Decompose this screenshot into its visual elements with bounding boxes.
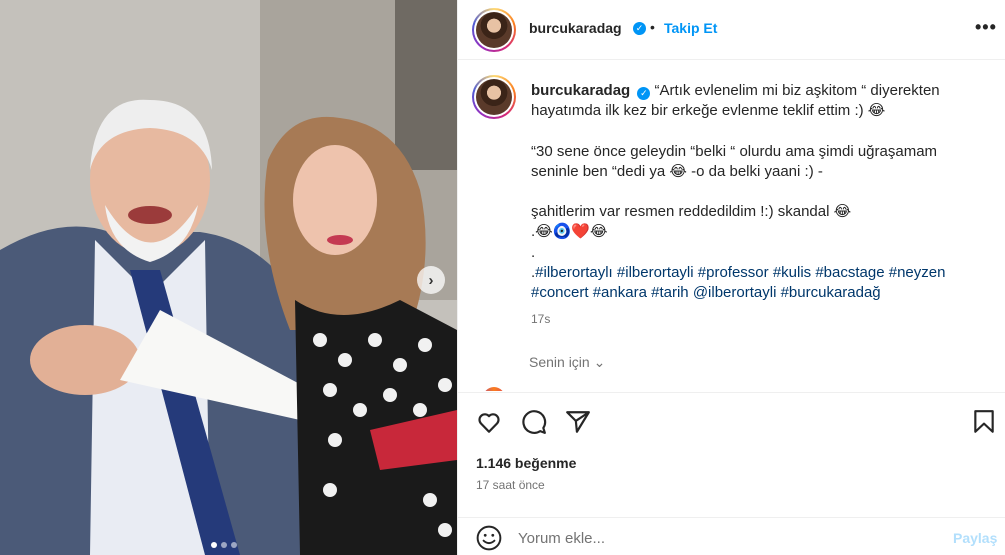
like-count[interactable]: 1.146 beğenme <box>476 455 576 471</box>
post-comment-button[interactable]: Paylaş <box>953 530 997 546</box>
caption-line: .😂🧿❤️😂 <box>531 223 608 241</box>
hashtag-link[interactable]: #ilberortayli <box>617 264 694 281</box>
chevron-down-icon: ⌄ <box>593 354 606 370</box>
caption-line: hayatımda ilk kez bir erkeğe evlenme tek… <box>531 102 886 120</box>
caption-username[interactable]: burcukaradag <box>531 82 630 99</box>
caption-line: şahitlerim var resmen reddedildim !:) sk… <box>531 203 852 221</box>
verified-badge-icon: ✓ <box>637 86 651 100</box>
mention-link[interactable]: @ilberortayli <box>693 284 777 301</box>
carousel-dot <box>211 542 217 548</box>
hashtag-link[interactable]: #ilberortaylı <box>535 264 613 281</box>
hashtag-link[interactable]: #neyzen <box>889 264 946 281</box>
comment-avatar[interactable] <box>483 387 505 391</box>
carousel-dot <box>231 542 237 548</box>
hashtag-link[interactable]: #tarih <box>651 284 689 301</box>
caption-text: burcukaradag ✓ “Artık evlenelim mi biz a… <box>531 81 991 304</box>
hashtag-link[interactable]: #kulis <box>773 264 811 281</box>
hashtag-list: .#ilberortaylı #ilberortayli #professor … <box>531 264 946 302</box>
post-timestamp[interactable]: 17 saat önce <box>476 478 545 492</box>
hashtag-link[interactable]: #burcukaradağ <box>781 284 881 301</box>
paper-plane-icon[interactable] <box>565 409 591 435</box>
author-username[interactable]: burcukaradag <box>529 20 622 36</box>
hashtag-link[interactable]: #bacstage <box>815 264 884 281</box>
post-details-panel: burcukaradag ✓ • Takip Et ••• burcukarad… <box>457 0 1005 555</box>
hashtag-link[interactable]: #professor <box>698 264 769 281</box>
caption-line: “30 sene önce geleydin “belki “ olurdu a… <box>531 142 938 160</box>
caption-timestamp[interactable]: 17s <box>531 312 550 326</box>
bookmark-icon[interactable] <box>971 409 997 435</box>
action-bar <box>458 392 1005 450</box>
caption-line: “Artık evlenelim mi biz aşkitom “ diyere… <box>654 82 940 99</box>
follow-button[interactable]: Takip Et <box>664 20 717 36</box>
caption-section: burcukaradag ✓ “Artık evlenelim mi biz a… <box>458 61 1005 391</box>
carousel-dot <box>221 542 227 548</box>
post-header: burcukaradag ✓ • Takip Et ••• <box>458 0 1005 60</box>
separator-dot: • <box>650 19 655 35</box>
carousel-indicator <box>211 542 237 548</box>
caption-line: seninle ben “dedi ya 😂 -o da belki yaani… <box>531 162 823 180</box>
comment-icon[interactable] <box>521 409 547 435</box>
post-photo[interactable]: › <box>0 0 457 555</box>
for-you-dropdown[interactable]: Senin için ⌄ <box>529 354 605 371</box>
photo-illustration <box>0 0 457 555</box>
caption-line: . <box>531 243 536 261</box>
caption-avatar[interactable] <box>472 75 516 119</box>
author-avatar[interactable] <box>472 8 516 52</box>
heart-icon[interactable] <box>476 409 502 435</box>
more-options-icon[interactable]: ••• <box>975 18 997 36</box>
carousel-next-button[interactable]: › <box>417 266 445 294</box>
comment-input[interactable] <box>518 526 918 550</box>
smiley-icon[interactable] <box>476 525 502 551</box>
hashtag-link[interactable]: #concert <box>531 284 589 301</box>
verified-badge-icon: ✓ <box>633 22 646 35</box>
comment-composer: Paylaş <box>458 517 1005 555</box>
hashtag-link[interactable]: #ankara <box>593 284 647 301</box>
